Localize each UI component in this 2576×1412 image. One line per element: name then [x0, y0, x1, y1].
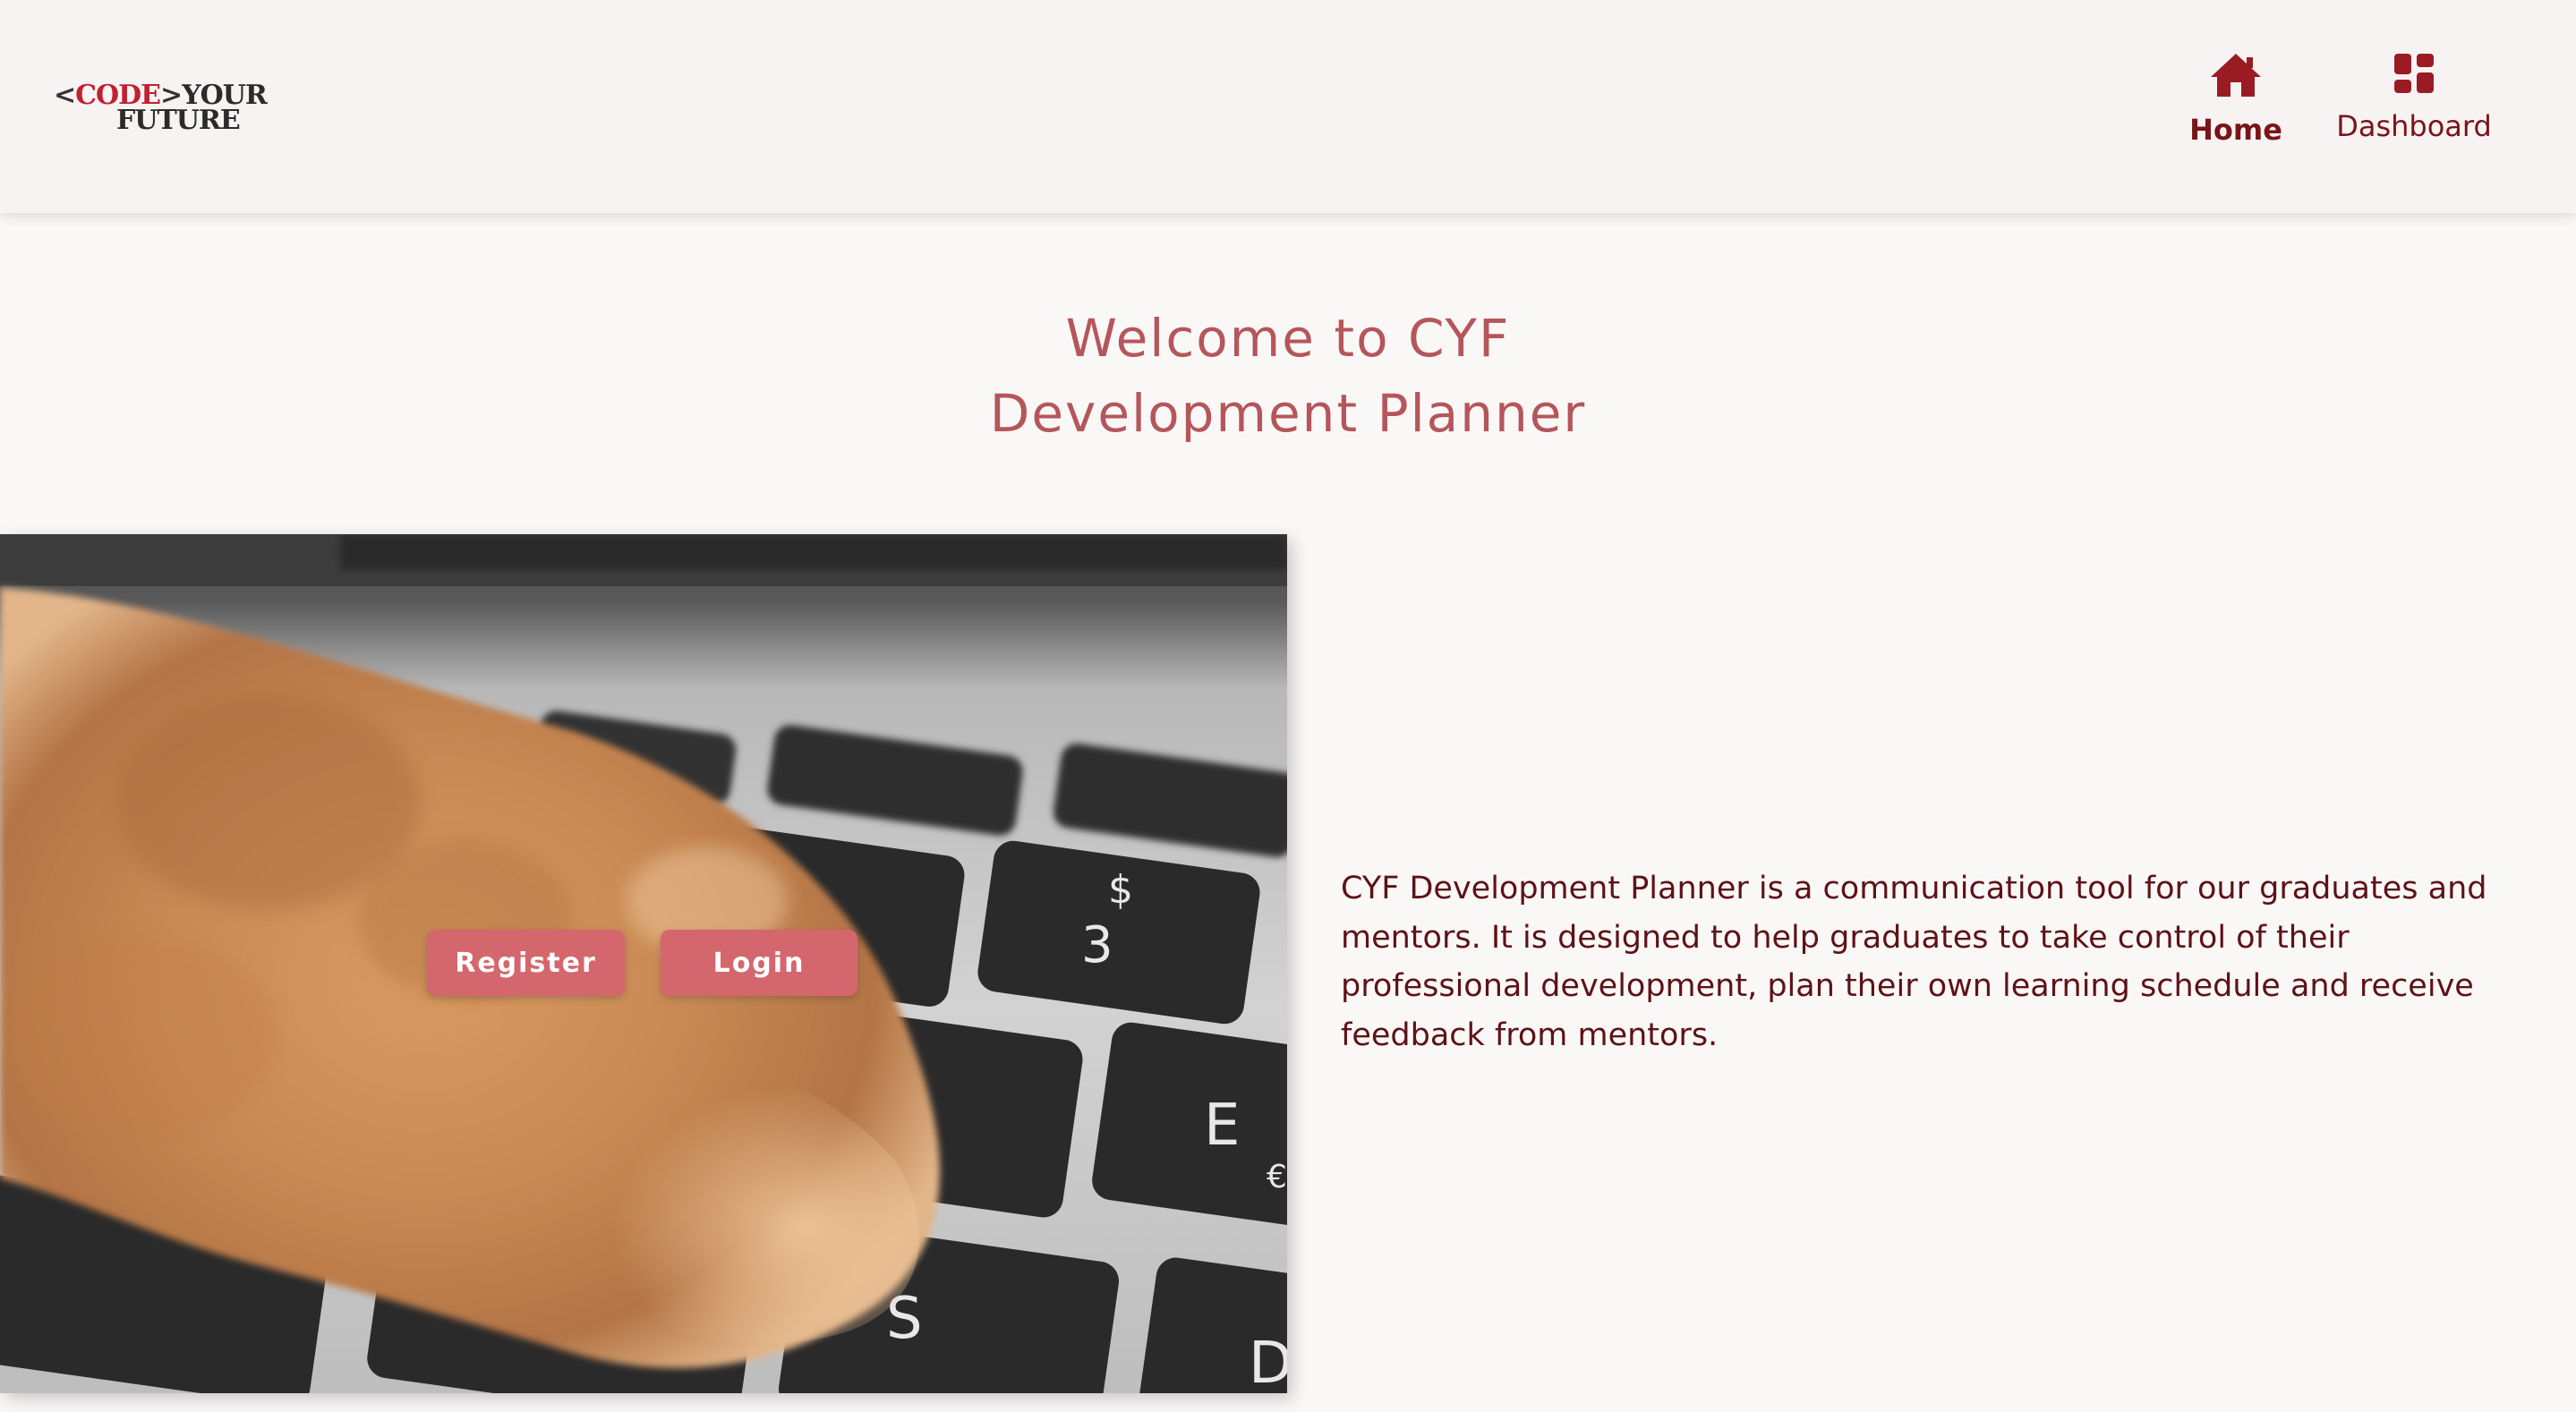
keycap-e: E [1204, 1093, 1240, 1159]
page-title-line-1: Welcome to CYF [1065, 308, 1511, 369]
nav-dashboard-label: Dashboard [2336, 109, 2492, 143]
register-button[interactable]: Register [427, 930, 625, 996]
top-navbar: <CODE>YOUR FUTURE Home Dashboard [0, 0, 2576, 213]
keycap-d: D [1249, 1331, 1287, 1393]
nav-dashboard[interactable]: Dashboard [2331, 52, 2497, 143]
hero-illustration: $ 3 E € A S D [0, 534, 1287, 1393]
keycap-3: 3 [1081, 916, 1113, 974]
page-title: Welcome to CYF Development Planner [0, 301, 2576, 451]
dashboard-icon [2394, 54, 2434, 93]
logo-future-text: FUTURE [116, 105, 241, 136]
cyf-logo[interactable]: <CODE>YOUR FUTURE [54, 80, 268, 136]
page-title-line-2: Development Planner [989, 383, 1587, 444]
keycap-euro: € [1267, 1159, 1287, 1195]
home-icon [2211, 54, 2261, 97]
login-button[interactable]: Login [661, 930, 857, 996]
keycap-dollar: $ [1108, 867, 1133, 913]
nav-home[interactable]: Home [2184, 52, 2288, 147]
logo-bracket: < [54, 80, 76, 111]
intro-description: CYF Development Planner is a communicati… [1341, 871, 2487, 1053]
hero-image-cat-paw-on-keyboard: $ 3 E € A S D [0, 534, 1287, 1393]
nav-home-label: Home [2189, 113, 2282, 147]
